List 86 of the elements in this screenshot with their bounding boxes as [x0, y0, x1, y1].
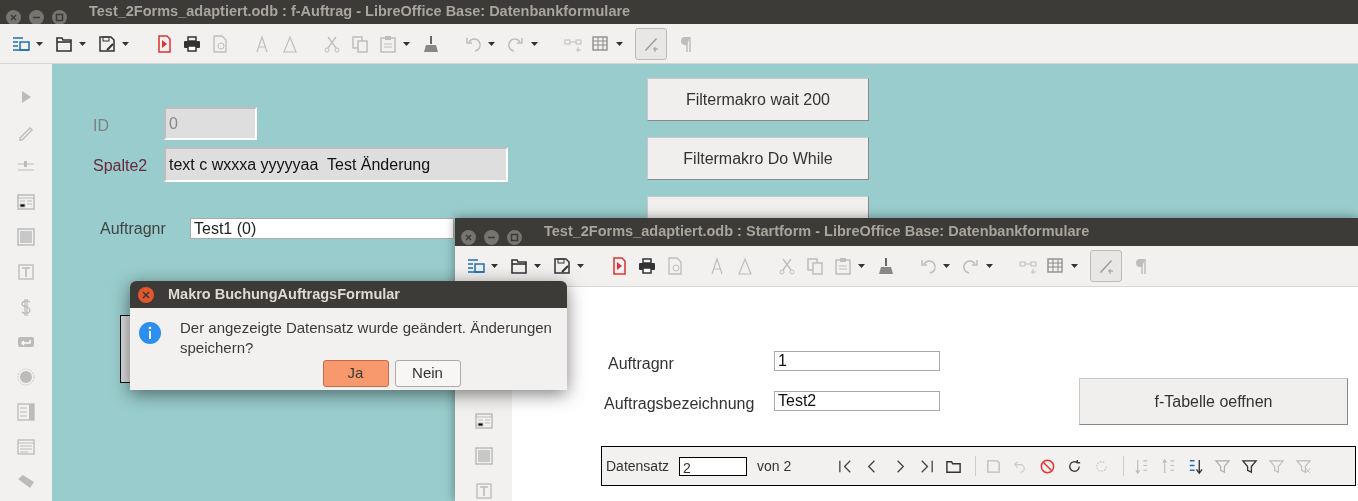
form-icon[interactable]	[474, 411, 493, 430]
caret-icon[interactable]	[577, 264, 584, 268]
text-field[interactable]: 1	[774, 351, 940, 371]
macro-button[interactable]: Filtermakro Do While	[647, 137, 869, 180]
caret-icon[interactable]	[534, 264, 541, 268]
text-field: 0	[164, 107, 257, 140]
caret-icon[interactable]	[616, 41, 623, 46]
close-icon[interactable]	[6, 9, 21, 25]
text-field[interactable]: Test2	[774, 391, 940, 411]
table-icon[interactable]	[1047, 257, 1065, 275]
window-title: Test_2Forms_adaptiert.odb : f-Auftrag - LibreOffice Base: Datenbankformulare	[89, 2, 631, 22]
spellcheck-icon[interactable]	[708, 257, 726, 275]
page-icon[interactable]	[666, 257, 684, 275]
scissors-icon[interactable]	[778, 257, 796, 275]
radio-icon[interactable]	[17, 367, 35, 386]
folder-icon[interactable]	[55, 34, 73, 53]
remove-filter-icon[interactable]	[1295, 457, 1313, 475]
sort-icon[interactable]	[1187, 457, 1205, 475]
save-icon[interactable]	[98, 34, 116, 53]
caret-icon[interactable]	[943, 264, 950, 268]
brush-icon[interactable]	[877, 257, 895, 275]
dialog-button[interactable]: Nein	[394, 360, 461, 387]
window-title: Test_2Forms_adaptiert.odb : Startform - LibreOffice Base: Datenbankformulare	[544, 222, 1090, 242]
caret-icon[interactable]	[531, 41, 538, 46]
printer-icon[interactable]	[183, 34, 201, 53]
auto-filter-icon[interactable]	[1214, 457, 1232, 475]
caret-icon[interactable]	[403, 41, 410, 46]
record-label: Datensatz	[606, 456, 670, 476]
square-icon[interactable]	[17, 227, 35, 246]
pdf-icon[interactable]	[155, 34, 173, 53]
dialog-title: Makro BuchungAuftragsFormular	[168, 284, 400, 304]
clipboard-icon[interactable]	[834, 257, 852, 275]
spellcheck-icon[interactable]	[253, 34, 271, 53]
caret-icon[interactable]	[986, 264, 993, 268]
cancel-icon[interactable]	[1039, 457, 1057, 475]
field-label: Auftragsbezeichnung	[604, 394, 755, 414]
record-field[interactable]: 2	[679, 456, 748, 476]
filter-icon[interactable]	[1241, 457, 1259, 475]
minimize-icon[interactable]	[29, 9, 44, 25]
caret-icon[interactable]	[1071, 264, 1078, 268]
autospell-icon[interactable]	[281, 34, 299, 53]
copy-icon[interactable]	[806, 257, 824, 275]
maximize-icon[interactable]	[52, 9, 67, 25]
autospell-icon[interactable]	[736, 257, 754, 275]
brush-icon[interactable]	[422, 34, 440, 53]
caret-icon[interactable]	[122, 41, 129, 46]
caret-icon[interactable]	[36, 41, 43, 46]
field-label: ID	[93, 116, 109, 136]
square-icon[interactable]	[474, 446, 493, 465]
field-label: Auftragnr	[100, 219, 166, 239]
pdf-icon[interactable]	[610, 257, 628, 275]
table-icon[interactable]	[592, 34, 610, 53]
save-icon[interactable]	[553, 257, 571, 275]
redo-icon[interactable]	[962, 257, 980, 275]
copy-icon[interactable]	[351, 34, 369, 53]
text-field[interactable]: text c wxxxa yyyyyaa Test Änderung	[164, 147, 508, 182]
dialog-message: Der angezeigte Datensatz wurde geändert. Änderungen speichern?	[180, 318, 553, 358]
text-box-icon[interactable]	[474, 481, 493, 500]
info-icon	[138, 321, 162, 345]
macro-button[interactable]	[647, 196, 869, 218]
form-icon[interactable]	[12, 34, 30, 53]
folder-icon[interactable]	[510, 257, 528, 275]
form-control[interactable]	[120, 315, 130, 383]
window-icon[interactable]	[17, 437, 35, 456]
pen-icon[interactable]	[1097, 257, 1115, 275]
record-count: von 2	[757, 456, 792, 476]
undo-icon[interactable]	[919, 257, 937, 275]
clipboard-icon[interactable]	[379, 34, 397, 53]
field-label: Spalte2	[93, 156, 148, 176]
caret-icon[interactable]	[79, 41, 86, 46]
list-box-icon[interactable]	[17, 402, 35, 421]
field-label: Auftragnr	[608, 354, 674, 374]
caret-icon[interactable]	[858, 264, 865, 268]
form-icon[interactable]	[17, 192, 35, 211]
text-field[interactable]: Test1 (0)	[190, 218, 454, 239]
macro-button[interactable]: Filtermakro wait 200	[647, 78, 869, 121]
form-icon[interactable]	[467, 257, 485, 275]
caret-icon[interactable]	[488, 41, 495, 46]
open-table-button[interactable]: f-Tabelle oeffnen	[1079, 378, 1348, 425]
scissors-icon[interactable]	[323, 34, 341, 53]
printer-icon[interactable]	[638, 257, 656, 275]
dialog-button[interactable]: Ja	[322, 360, 389, 387]
page-icon[interactable]	[211, 34, 229, 53]
tag-icon[interactable]	[17, 472, 35, 491]
caret-icon[interactable]	[491, 264, 498, 268]
text-box-icon[interactable]	[17, 262, 35, 281]
